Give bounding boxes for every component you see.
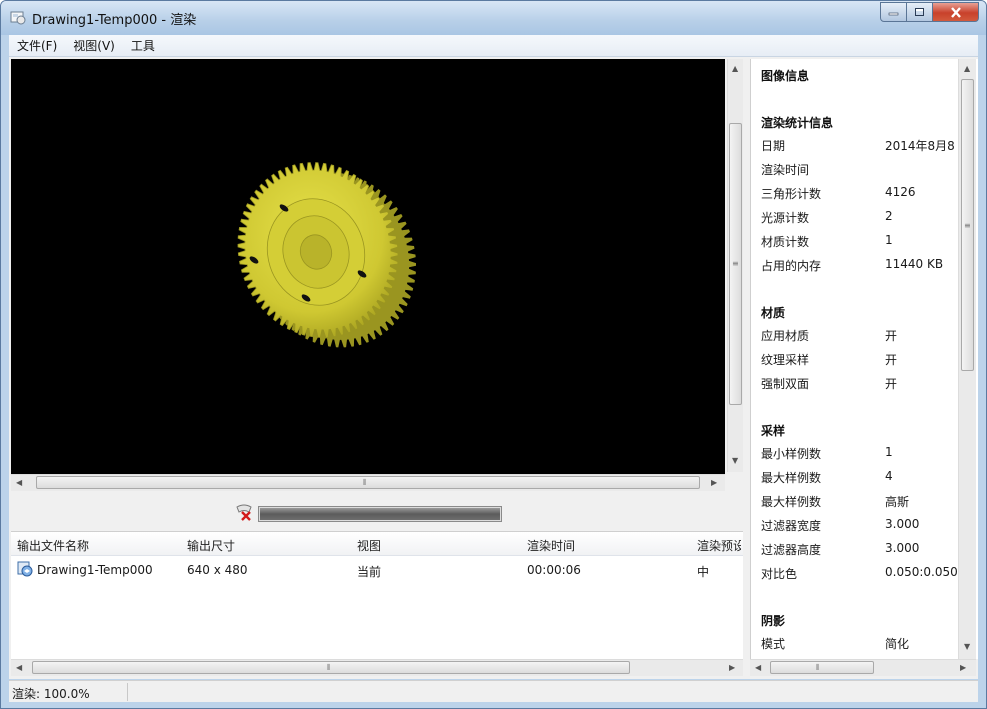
info-panel-horizontal-scrollbar[interactable]: ◀ ⦀ ▶ xyxy=(750,659,976,676)
render-output-list: 输出文件名称 输出尺寸 视图 渲染时间 渲染预设 Drawing1-Temp00… xyxy=(11,531,743,659)
info-value: 3.000 xyxy=(885,541,920,555)
viewport-vertical-scrollbar[interactable]: ▲ ≡ ▼ xyxy=(727,59,743,472)
maximize-icon xyxy=(915,8,924,16)
info-value: 4 xyxy=(885,469,893,483)
render-window: Drawing1-Temp000 - 渲染 文件(F) 视图(V) 工具 ▲ ≡… xyxy=(0,0,987,709)
render-file-icon xyxy=(17,561,33,577)
info-label: 对比色 xyxy=(761,567,798,581)
row-render-preset: 中 xyxy=(697,565,710,579)
info-value: 开 xyxy=(885,329,898,343)
render-app-icon xyxy=(10,11,26,25)
image-info-panel: 图像信息 渲染统计信息 日期 2014年8月8 渲染时间 三角形计数 4126 光源… xyxy=(750,59,978,659)
info-value: 高斯 xyxy=(885,495,910,509)
info-label: 材质计数 xyxy=(761,235,810,249)
image-info-header: 图像信息 xyxy=(761,69,810,83)
column-header-render-time[interactable]: 渲染时间 xyxy=(527,537,687,554)
scroll-grip-icon: ⦀ xyxy=(816,663,820,672)
scroll-grip-icon: ⦀ xyxy=(327,663,331,672)
render-progress-area xyxy=(11,497,743,527)
info-label: 最大样例数 xyxy=(761,495,822,509)
info-label: 光源计数 xyxy=(761,211,810,225)
row-output-size: 640 x 480 xyxy=(187,563,248,577)
info-value: 1 xyxy=(885,445,893,459)
menu-file[interactable]: 文件(F) xyxy=(9,37,65,54)
info-value: 开 xyxy=(885,377,898,391)
info-value: 0.050:0.050 xyxy=(885,565,958,579)
info-value: 2 xyxy=(885,209,893,223)
scroll-left-arrow-icon[interactable]: ◀ xyxy=(755,664,761,672)
info-label: 纹理采样 xyxy=(761,353,810,367)
viewport-horizontal-scroll-thumb[interactable] xyxy=(36,476,700,489)
info-label: 最小样例数 xyxy=(761,447,822,461)
minimize-icon xyxy=(888,12,899,16)
info-value: 开 xyxy=(885,353,898,367)
rendered-gear-image xyxy=(237,162,416,348)
row-file-name: Drawing1-Temp000 xyxy=(37,563,153,577)
scroll-up-arrow-icon[interactable]: ▲ xyxy=(732,65,738,73)
column-header-view[interactable]: 视图 xyxy=(357,537,517,554)
scroll-right-arrow-icon[interactable]: ▶ xyxy=(960,664,966,672)
info-panel-vertical-scrollbar[interactable]: ▲ ≡ ▼ xyxy=(958,59,976,659)
info-label: 过滤器宽度 xyxy=(761,519,822,533)
close-button[interactable] xyxy=(933,2,979,22)
scroll-grip-icon: ≡ xyxy=(732,259,739,268)
info-label: 过滤器高度 xyxy=(761,543,822,557)
status-bar: 渲染: 100.0% xyxy=(9,680,978,702)
info-label: 模式 xyxy=(761,637,786,651)
menu-tools[interactable]: 工具 xyxy=(123,37,163,54)
title-bar[interactable]: Drawing1-Temp000 - 渲染 xyxy=(1,1,986,35)
section-title-sampling: 采样 xyxy=(761,424,786,438)
row-render-time: 00:00:06 xyxy=(527,563,581,577)
output-list-scroll-thumb[interactable] xyxy=(32,661,630,674)
table-row[interactable]: Drawing1-Temp000 640 x 480 当前 00:00:06 中 xyxy=(11,558,743,582)
scroll-down-arrow-icon[interactable]: ▼ xyxy=(964,643,970,651)
scroll-down-arrow-icon[interactable]: ▼ xyxy=(732,457,738,465)
row-view: 当前 xyxy=(357,565,382,579)
info-value: 11440 KB xyxy=(885,257,944,271)
info-label: 日期 xyxy=(761,139,786,153)
info-label: 强制双面 xyxy=(761,377,810,391)
section-title-shadows: 阴影 xyxy=(761,614,786,628)
section-title-materials: 材质 xyxy=(761,306,786,320)
viewport-horizontal-scrollbar[interactable]: ◀ ⦀ ▶ xyxy=(11,474,725,491)
info-value: 1 xyxy=(885,233,893,247)
info-label: 渲染时间 xyxy=(761,163,810,177)
client-area: ▲ ≡ ▼ ◀ ⦀ ▶ 输出文件名称 输出尺寸 视图 渲染时间 渲染预设 Dra… xyxy=(9,57,978,679)
minimize-button[interactable] xyxy=(880,2,907,22)
status-separator xyxy=(127,683,128,701)
render-progress-bar xyxy=(258,506,502,522)
info-value: 4126 xyxy=(885,185,916,199)
menu-view[interactable]: 视图(V) xyxy=(65,37,123,54)
scroll-left-arrow-icon[interactable]: ◀ xyxy=(16,664,22,672)
section-title-render-stats: 渲染统计信息 xyxy=(761,116,834,130)
cancel-render-icon[interactable] xyxy=(233,503,255,523)
scroll-right-arrow-icon[interactable]: ▶ xyxy=(729,664,735,672)
column-header-file-name[interactable]: 输出文件名称 xyxy=(17,537,177,554)
info-value: 2014年8月8 xyxy=(885,139,955,153)
scroll-right-arrow-icon[interactable]: ▶ xyxy=(711,479,717,487)
scroll-up-arrow-icon[interactable]: ▲ xyxy=(964,65,970,73)
column-header-render-preset[interactable]: 渲染预设 xyxy=(697,537,741,554)
window-title: Drawing1-Temp000 - 渲染 xyxy=(32,13,197,28)
scroll-left-arrow-icon[interactable]: ◀ xyxy=(16,479,22,487)
render-progress-fill xyxy=(260,508,500,520)
scroll-grip-icon: ⦀ xyxy=(363,478,367,487)
list-header: 输出文件名称 输出尺寸 视图 渲染时间 渲染预设 xyxy=(11,532,743,556)
close-icon xyxy=(950,6,961,18)
info-value: 简化 xyxy=(885,637,910,651)
info-value: 3.000 xyxy=(885,517,920,531)
maximize-button[interactable] xyxy=(907,2,933,22)
info-label: 应用材质 xyxy=(761,329,810,343)
info-panel-horizontal-scroll-thumb[interactable] xyxy=(770,661,874,674)
menu-bar: 文件(F) 视图(V) 工具 xyxy=(9,35,978,57)
scroll-grip-icon: ≡ xyxy=(964,221,971,230)
output-list-horizontal-scrollbar[interactable]: ◀ ⦀ ▶ xyxy=(11,659,743,676)
render-viewport[interactable] xyxy=(11,59,725,474)
column-header-output-size[interactable]: 输出尺寸 xyxy=(187,537,347,554)
info-label: 占用的内存 xyxy=(761,259,822,273)
info-label: 最大样例数 xyxy=(761,471,822,485)
status-text: 渲染: 100.0% xyxy=(12,687,90,701)
info-label: 三角形计数 xyxy=(761,187,822,201)
